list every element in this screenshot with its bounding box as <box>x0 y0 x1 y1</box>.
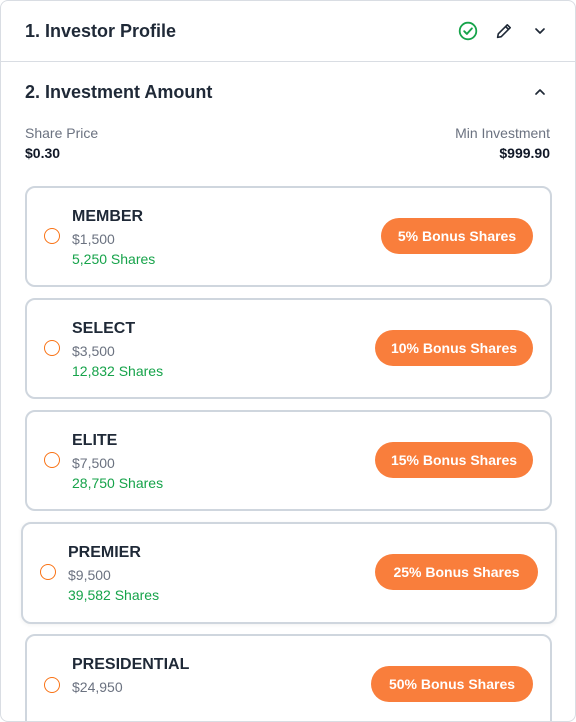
chevron-down-icon[interactable] <box>529 20 551 42</box>
tier-bonus-badge: 25% Bonus Shares <box>375 554 538 590</box>
tier-amount: $24,950 <box>72 679 123 695</box>
tier-bonus-badge: 5% Bonus Shares <box>381 217 533 254</box>
tier-shares: 39,582 Shares <box>68 587 160 603</box>
share-price: Share Price $0.30 <box>25 123 98 163</box>
tier-name: MEMBER <box>72 208 144 225</box>
tier-option-presidential[interactable]: PRESIDENTIAL $24,950 50% Bonus Shares <box>25 634 552 721</box>
section-title-investor-profile: 1. Investor Profile <box>25 20 177 41</box>
chevron-up-icon[interactable] <box>529 81 551 103</box>
tier-amount: $7,500 <box>72 455 115 471</box>
tier-shares: 5,250 Shares <box>72 251 156 267</box>
tier-name: SELECT <box>72 320 136 337</box>
tier-option-select[interactable]: SELECT $3,500 12,832 Shares 10% Bonus Sh… <box>25 298 552 399</box>
tier-radio[interactable] <box>40 564 56 580</box>
tier-amount: $3,500 <box>72 343 115 359</box>
min-investment-value: $999.90 <box>499 145 550 161</box>
share-price-value: $0.30 <box>25 145 61 161</box>
min-investment: Min Investment $999.90 <box>455 123 550 163</box>
pencil-icon[interactable] <box>493 20 515 42</box>
tier-name: ELITE <box>72 432 118 449</box>
tier-radio[interactable] <box>44 339 60 356</box>
section-title-investment-amount: 2. Investment Amount <box>25 81 213 102</box>
tier-radio[interactable] <box>44 677 60 693</box>
min-investment-label: Min Investment <box>455 125 550 141</box>
tier-bonus-badge: 15% Bonus Shares <box>375 441 533 478</box>
tier-shares: 12,832 Shares <box>72 363 164 379</box>
check-circle-icon <box>457 20 479 42</box>
tier-name: PREMIER <box>68 544 141 561</box>
tier-bonus-badge: 10% Bonus Shares <box>375 329 533 366</box>
tier-bonus-badge: 50% Bonus Shares <box>371 665 533 702</box>
checkout-panel: 1. Investor Profile 2. Investment Amount… <box>0 0 576 722</box>
tier-radio[interactable] <box>44 451 60 468</box>
investment-meta: Share Price $0.30 Min Investment $999.90 <box>25 123 550 163</box>
tier-amount: $1,500 <box>72 231 115 247</box>
share-price-label: Share Price <box>25 125 99 141</box>
tier-shares: 28,750 Shares <box>72 475 164 491</box>
section-investment-amount-header[interactable]: 2. Investment Amount <box>1 63 575 121</box>
tier-name: PRESIDENTIAL <box>72 656 190 673</box>
tier-option-member[interactable]: MEMBER $1,500 5,250 Shares 5% Bonus Shar… <box>25 186 552 287</box>
tier-option-premier[interactable]: PREMIER $9,500 39,582 Shares 25% Bonus S… <box>21 522 557 624</box>
tier-amount: $9,500 <box>68 567 111 583</box>
tier-radio[interactable] <box>44 227 60 244</box>
section-investor-profile-header[interactable]: 1. Investor Profile <box>1 1 575 62</box>
tier-option-elite[interactable]: ELITE $7,500 28,750 Shares 15% Bonus Sha… <box>25 410 552 511</box>
